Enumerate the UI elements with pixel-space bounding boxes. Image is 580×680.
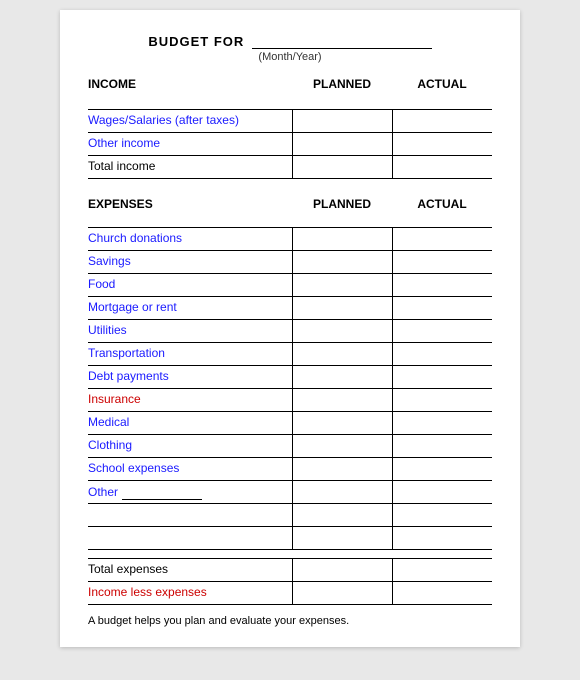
table-row: Wages/Salaries (after taxes) xyxy=(88,109,492,132)
expense-actual-3[interactable] xyxy=(392,297,492,319)
budget-title: BUDGET FOR xyxy=(148,34,244,49)
total-expenses-planned[interactable] xyxy=(292,559,392,581)
blank-planned-0[interactable] xyxy=(292,504,392,526)
expense-actual-10[interactable] xyxy=(392,458,492,480)
table-row: Savings xyxy=(88,250,492,273)
expense-actual-8[interactable] xyxy=(392,412,492,434)
table-row: Transportation xyxy=(88,342,492,365)
expense-actual-1[interactable] xyxy=(392,251,492,273)
expenses-section-header: EXPENSES PLANNED ACTUAL xyxy=(88,197,492,211)
table-row: Other xyxy=(88,480,492,503)
title-row: BUDGET FOR xyxy=(88,34,492,49)
expenses-title: EXPENSES xyxy=(88,197,292,211)
table-row: Other income xyxy=(88,132,492,155)
income-less-actual[interactable] xyxy=(392,582,492,604)
expense-row-label-4: Utilities xyxy=(88,320,292,342)
income-less-planned[interactable] xyxy=(292,582,392,604)
expense-actual-7[interactable] xyxy=(392,389,492,411)
expense-planned-6[interactable] xyxy=(292,366,392,388)
other-underline xyxy=(122,485,202,500)
table-row: Medical xyxy=(88,411,492,434)
income-row-label-0: Wages/Salaries (after taxes) xyxy=(88,110,292,132)
expense-planned-2[interactable] xyxy=(292,274,392,296)
expense-row-label-3: Mortgage or rent xyxy=(88,297,292,319)
expense-planned-10[interactable] xyxy=(292,458,392,480)
expense-row-label-9: Clothing xyxy=(88,435,292,457)
expense-actual-4[interactable] xyxy=(392,320,492,342)
expense-planned-9[interactable] xyxy=(292,435,392,457)
expense-row-label-1: Savings xyxy=(88,251,292,273)
expense-row-label-5: Transportation xyxy=(88,343,292,365)
footer-note: A budget helps you plan and evaluate you… xyxy=(88,615,492,627)
blank-label-0 xyxy=(88,504,292,526)
expenses-rows: Church donations Savings Food Mortgage o… xyxy=(88,227,492,550)
blank-actual-1[interactable] xyxy=(392,527,492,549)
table-row xyxy=(88,503,492,526)
income-actual-header: ACTUAL xyxy=(392,77,492,91)
blank-actual-0[interactable] xyxy=(392,504,492,526)
income-planned-0[interactable] xyxy=(292,110,392,132)
table-row xyxy=(88,526,492,550)
month-year-label: (Month/Year) xyxy=(88,51,492,63)
income-row-label-2: Total income xyxy=(88,156,292,178)
income-planned-2[interactable] xyxy=(292,156,392,178)
expense-row-label-6: Debt payments xyxy=(88,366,292,388)
expense-actual-6[interactable] xyxy=(392,366,492,388)
expense-planned-8[interactable] xyxy=(292,412,392,434)
income-title: INCOME xyxy=(88,77,292,91)
income-planned-header: PLANNED xyxy=(292,77,392,91)
expense-planned-3[interactable] xyxy=(292,297,392,319)
budget-date-field[interactable] xyxy=(252,34,432,49)
expense-planned-5[interactable] xyxy=(292,343,392,365)
income-row-label-1: Other income xyxy=(88,133,292,155)
blank-label-1 xyxy=(88,527,292,549)
total-expenses-actual[interactable] xyxy=(392,559,492,581)
expenses-planned-header: PLANNED xyxy=(292,197,392,211)
expense-actual-5[interactable] xyxy=(392,343,492,365)
expense-planned-1[interactable] xyxy=(292,251,392,273)
expense-planned-4[interactable] xyxy=(292,320,392,342)
table-row: Utilities xyxy=(88,319,492,342)
expense-row-label-2: Food xyxy=(88,274,292,296)
table-row: School expenses xyxy=(88,457,492,480)
totals-rows: Total expenses Income less expenses xyxy=(88,558,492,605)
table-row: Clothing xyxy=(88,434,492,457)
expense-actual-2[interactable] xyxy=(392,274,492,296)
income-less-label: Income less expenses xyxy=(88,582,292,604)
expense-planned-7[interactable] xyxy=(292,389,392,411)
table-row: Food xyxy=(88,273,492,296)
budget-form: BUDGET FOR (Month/Year) INCOME PLANNED A… xyxy=(60,10,520,647)
expense-actual-11[interactable] xyxy=(392,481,492,503)
expense-row-label-11: Other xyxy=(88,481,292,503)
income-actual-0[interactable] xyxy=(392,110,492,132)
expense-planned-11[interactable] xyxy=(292,481,392,503)
total-expenses-label: Total expenses xyxy=(88,559,292,581)
table-row: Mortgage or rent xyxy=(88,296,492,319)
income-actual-2[interactable] xyxy=(392,156,492,178)
table-row: Insurance xyxy=(88,388,492,411)
table-row: Total expenses xyxy=(88,558,492,581)
table-row: Church donations xyxy=(88,227,492,250)
expense-actual-9[interactable] xyxy=(392,435,492,457)
expenses-actual-header: ACTUAL xyxy=(392,197,492,211)
income-section-header: INCOME PLANNED ACTUAL xyxy=(88,77,492,91)
income-actual-1[interactable] xyxy=(392,133,492,155)
table-row: Total income xyxy=(88,155,492,179)
table-row: Income less expenses xyxy=(88,581,492,605)
expense-row-label-8: Medical xyxy=(88,412,292,434)
expense-actual-0[interactable] xyxy=(392,228,492,250)
blank-planned-1[interactable] xyxy=(292,527,392,549)
table-row: Debt payments xyxy=(88,365,492,388)
expense-row-label-0: Church donations xyxy=(88,228,292,250)
expense-row-label-10: School expenses xyxy=(88,458,292,480)
income-rows: Wages/Salaries (after taxes) Other incom… xyxy=(88,109,492,179)
expense-row-label-7: Insurance xyxy=(88,389,292,411)
expense-planned-0[interactable] xyxy=(292,228,392,250)
income-planned-1[interactable] xyxy=(292,133,392,155)
